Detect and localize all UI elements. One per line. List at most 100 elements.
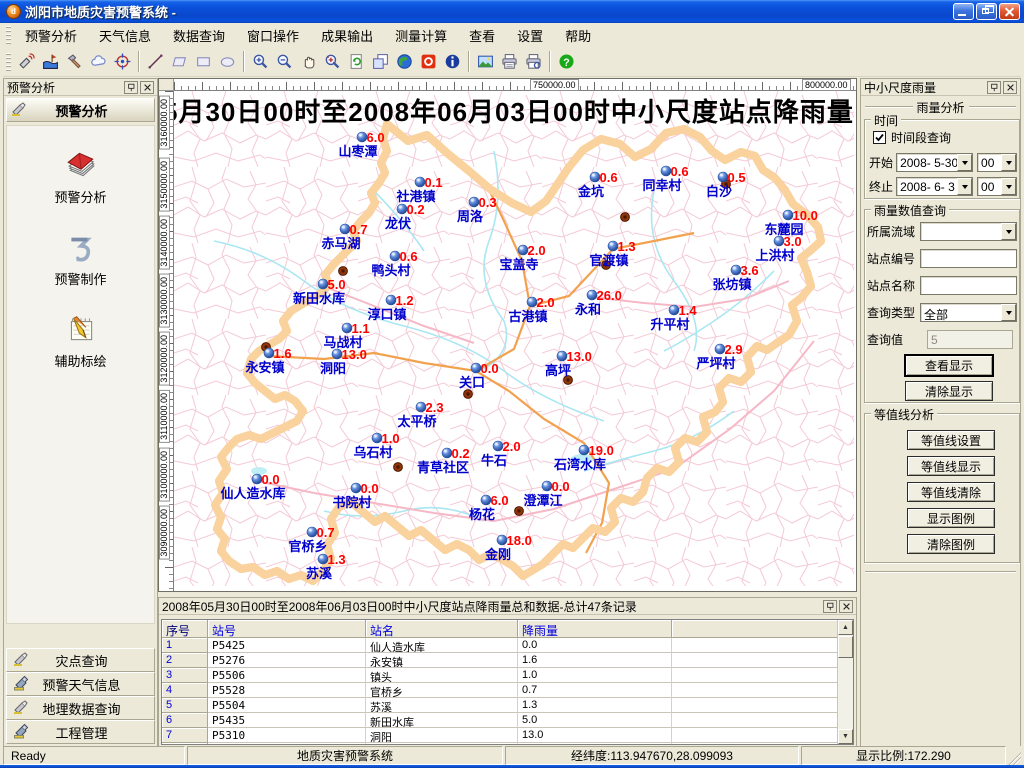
map-window: 750000.00800000.00 3160000.003150000.003… [158,78,857,592]
table-row[interactable]: 5P5504苏溪1.3 [162,698,853,713]
menu-item-9[interactable]: 帮助 [554,22,602,49]
menu-item-1[interactable]: 预警分析 [14,22,88,49]
table-scrollbar[interactable]: ▲ ▼ [837,620,853,744]
scroll-down-icon[interactable]: ▼ [838,729,853,744]
layers-icon[interactable] [368,50,392,74]
table-panel-titlebar: 2008年05月30日00时至2008年06月03日00时中小尺度站点降雨量总和… [159,598,856,615]
left-panel-header-label: 预警分析 [33,101,130,120]
globe-icon[interactable] [392,50,416,74]
zoom-extent-icon[interactable] [320,50,344,74]
resize-grip[interactable] [1008,746,1021,765]
chevron-down-icon[interactable] [1001,178,1016,195]
restore-button[interactable] [976,3,997,20]
left-panel-header[interactable]: 预警分析 [6,98,155,122]
query-type-combo[interactable]: 全部 [920,303,1017,322]
cell-filler [672,713,853,728]
table-row[interactable]: 2P5276永安镇1.6 [162,653,853,668]
station-name: 新田水库 [293,291,345,306]
stop-icon[interactable] [416,50,440,74]
sidebar-bar-1[interactable]: 灾点查询 [6,648,155,672]
warning-make-icon[interactable] [38,50,62,74]
sidebar-bar-3[interactable]: 地理数据查询 [6,696,155,720]
contour-button-4[interactable]: 显示图例 [907,508,995,528]
minimize-button[interactable] [953,3,974,20]
close-icon[interactable] [140,81,154,94]
warning-analysis-icon[interactable] [14,50,38,74]
station-value: 2.9 [725,342,743,357]
print-preview-icon[interactable] [521,50,545,74]
table-row[interactable]: 6P5435新田水库5.0 [162,713,853,728]
menu-item-7[interactable]: 查看 [458,22,506,49]
menu-item-5[interactable]: 成果输出 [310,22,384,49]
help-icon[interactable]: ? [554,50,578,74]
query-value-row: 查询值 5 [867,330,1013,349]
menu-item-8[interactable]: 设置 [506,22,554,49]
clear-display-button[interactable]: 清除显示 [905,381,993,401]
menu-item-3[interactable]: 数据查询 [162,22,236,49]
refresh-icon[interactable] [344,50,368,74]
rain-analysis-label: 雨量分析 [913,99,969,116]
polygon-icon[interactable] [167,50,191,74]
cell: 7 [162,728,208,743]
column-header-3[interactable]: 站名 [366,620,518,638]
chevron-down-icon[interactable] [957,154,972,171]
pin-icon[interactable] [987,81,1001,94]
column-header-2[interactable]: 站号 [208,620,366,638]
start-hour-combo[interactable]: 00 [977,153,1017,172]
table-row[interactable]: 4P5528官桥乡0.7 [162,683,853,698]
pin-icon[interactable] [124,81,138,94]
contour-button-2[interactable]: 等值线显示 [907,456,995,476]
column-header-1[interactable]: 序号 [162,620,208,638]
station-name-input[interactable] [920,276,1017,295]
chevron-down-icon[interactable] [1001,223,1016,240]
ellipse-icon[interactable] [215,50,239,74]
right-panel: 中小尺度雨量 雨量分析 时间 时间段查询 开始 2008- 5-30 00 终止… [860,78,1021,765]
start-date-combo[interactable]: 2008- 5-30 [896,153,973,172]
scroll-up-icon[interactable]: ▲ [838,620,853,635]
close-button[interactable] [999,3,1020,20]
contour-button-1[interactable]: 等值线设置 [907,430,995,450]
chevron-down-icon[interactable] [957,178,972,195]
hammer-icon[interactable] [62,50,86,74]
view-display-button[interactable]: 查看显示 [904,354,994,377]
sidebar-bar-4[interactable]: 工程管理 [6,720,155,744]
pan-icon[interactable] [296,50,320,74]
target-icon[interactable] [110,50,134,74]
tool-button-3[interactable]: 辅助标绘 [7,312,154,370]
info-icon[interactable] [440,50,464,74]
contour-button-3[interactable]: 等值线清除 [907,482,995,502]
chevron-down-icon[interactable] [1001,154,1016,171]
close-icon[interactable] [839,600,853,613]
station-id-input[interactable] [920,249,1017,268]
close-icon[interactable] [1003,81,1017,94]
menu-item-4[interactable]: 窗口操作 [236,22,310,49]
column-header-4[interactable]: 降雨量 [518,620,672,638]
chevron-down-icon[interactable] [1001,304,1016,321]
contour-button-5[interactable]: 清除图例 [907,534,995,554]
end-date-combo[interactable]: 2008- 6- 3 [896,177,973,196]
zoom-in-icon[interactable] [248,50,272,74]
tool-button-2[interactable]: 预警制作 [7,230,154,288]
sidebar-bar-2[interactable]: 预警天气信息 [6,672,155,696]
rectangle-icon[interactable] [191,50,215,74]
map-title: 5月30日00时至2008年06月03日00时中小尺度站点降雨量 [174,97,854,127]
time-range-checkbox[interactable] [873,131,886,144]
tool-button-1[interactable]: 预警分析 [7,148,154,206]
table-row[interactable]: 7P5310洞阳13.0 [162,728,853,743]
zoom-out-icon[interactable] [272,50,296,74]
end-hour-combo[interactable]: 00 [977,177,1017,196]
table-row[interactable]: 3P5506镇头1.0 [162,668,853,683]
station-value: 0.1 [425,175,443,190]
table-row[interactable]: 8P5313马战村1.1 [162,743,853,745]
menu-item-2[interactable]: 天气信息 [88,22,162,49]
cloud-icon[interactable] [86,50,110,74]
table-row[interactable]: 1P5425仙人造水库0.0 [162,638,853,653]
print-icon[interactable] [497,50,521,74]
pin-icon[interactable] [823,600,837,613]
scrollbar-thumb[interactable] [838,636,853,658]
image-icon[interactable] [473,50,497,74]
map-canvas[interactable]: 6.0山枣潭0.1社港镇0.3周洛0.2龙伏0.6金坑0.6同幸村0.5白沙10… [174,91,854,586]
basin-combo[interactable] [920,222,1017,241]
menu-item-6[interactable]: 测量计算 [384,22,458,49]
line-icon[interactable] [143,50,167,74]
